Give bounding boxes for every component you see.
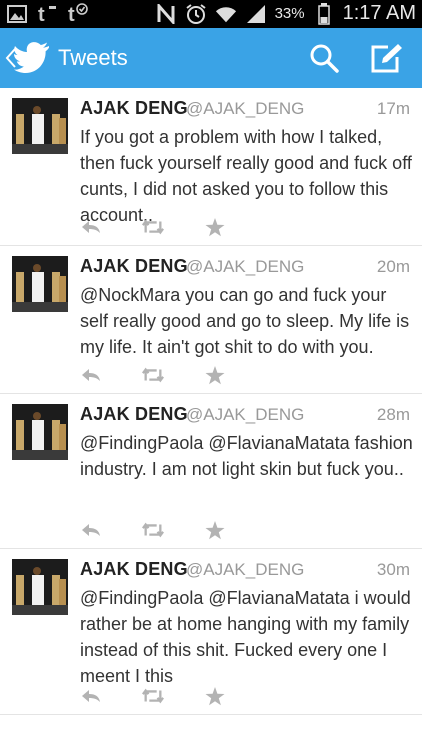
retweet-icon[interactable] [142,217,164,237]
tweet-list: AJAK DENG @AJAK_DENG 17m If you got a pr… [0,88,422,715]
tweet-item[interactable]: AJAK DENG @AJAK_DENG 28m @FindingPaola @… [0,394,422,549]
reply-icon[interactable] [80,520,102,540]
author-handle: @AJAK_DENG [186,99,305,118]
battery-icon [313,2,335,25]
avatar[interactable] [12,559,68,615]
battery-percent: 33% [274,5,305,22]
favorite-star-icon[interactable] [204,686,226,706]
retweet-icon[interactable] [142,686,164,706]
tweet-item[interactable]: AJAK DENG @AJAK_DENG 20m @NockMara you c… [0,246,422,394]
favorite-star-icon[interactable] [204,520,226,540]
author-name[interactable]: AJAK DENG [80,404,188,425]
twitter-bird-icon[interactable] [14,41,50,75]
reply-icon[interactable] [80,686,102,706]
alarm-icon [185,3,207,25]
compose-icon[interactable] [370,42,404,74]
search-icon[interactable] [308,42,340,74]
reply-icon[interactable] [80,217,102,237]
retweet-icon[interactable] [142,365,164,385]
tweet-text: @NockMara you can go and fuck your self … [80,285,410,357]
svg-text:t: t [68,4,75,25]
tweet-text: @FindingPaola @FlavianaMatata fashion in… [80,433,413,479]
avatar[interactable] [12,404,68,460]
svg-text:t: t [38,4,45,25]
avatar[interactable] [12,256,68,312]
tweet-time: 30m [376,560,410,579]
tweet-time: 17m [376,99,410,118]
tweet-time: 28m [376,405,410,424]
author-handle: @AJAK_DENG [186,257,305,276]
nfc-icon [155,3,177,25]
avatar[interactable] [12,98,68,154]
author-handle: @AJAK_DENG [186,405,305,424]
wifi-icon [215,3,237,25]
favorite-star-icon[interactable] [204,365,226,385]
author-name[interactable]: AJAK DENG [80,256,188,277]
author-name[interactable]: AJAK DENG [80,98,188,119]
tweet-item[interactable]: AJAK DENG @AJAK_DENG 30m @FindingPaola @… [0,549,422,715]
reply-icon[interactable] [80,365,102,385]
tweet-time: 20m [376,257,410,276]
author-handle: @AJAK_DENG [186,560,305,579]
author-name[interactable]: AJAK DENG [80,559,188,580]
tweet-item[interactable]: AJAK DENG @AJAK_DENG 17m If you got a pr… [0,88,422,246]
retweet-icon[interactable] [142,520,164,540]
tweet-text: @FindingPaola @FlavianaMatata i would ra… [80,588,411,686]
gallery-notification-icon [6,3,28,25]
signal-icon [245,3,267,25]
status-bar: t t 33% 1:17 AM [0,0,422,28]
action-bar: Tweets [0,28,422,88]
favorite-star-icon[interactable] [204,217,226,237]
tweet-text: If you got a problem with how I talked, … [80,127,412,225]
tumblr-notification-icon: t [36,3,58,25]
clock: 1:17 AM [342,2,416,24]
tumblr-check-notification-icon: t [66,3,88,25]
page-title: Tweets [58,45,128,70]
